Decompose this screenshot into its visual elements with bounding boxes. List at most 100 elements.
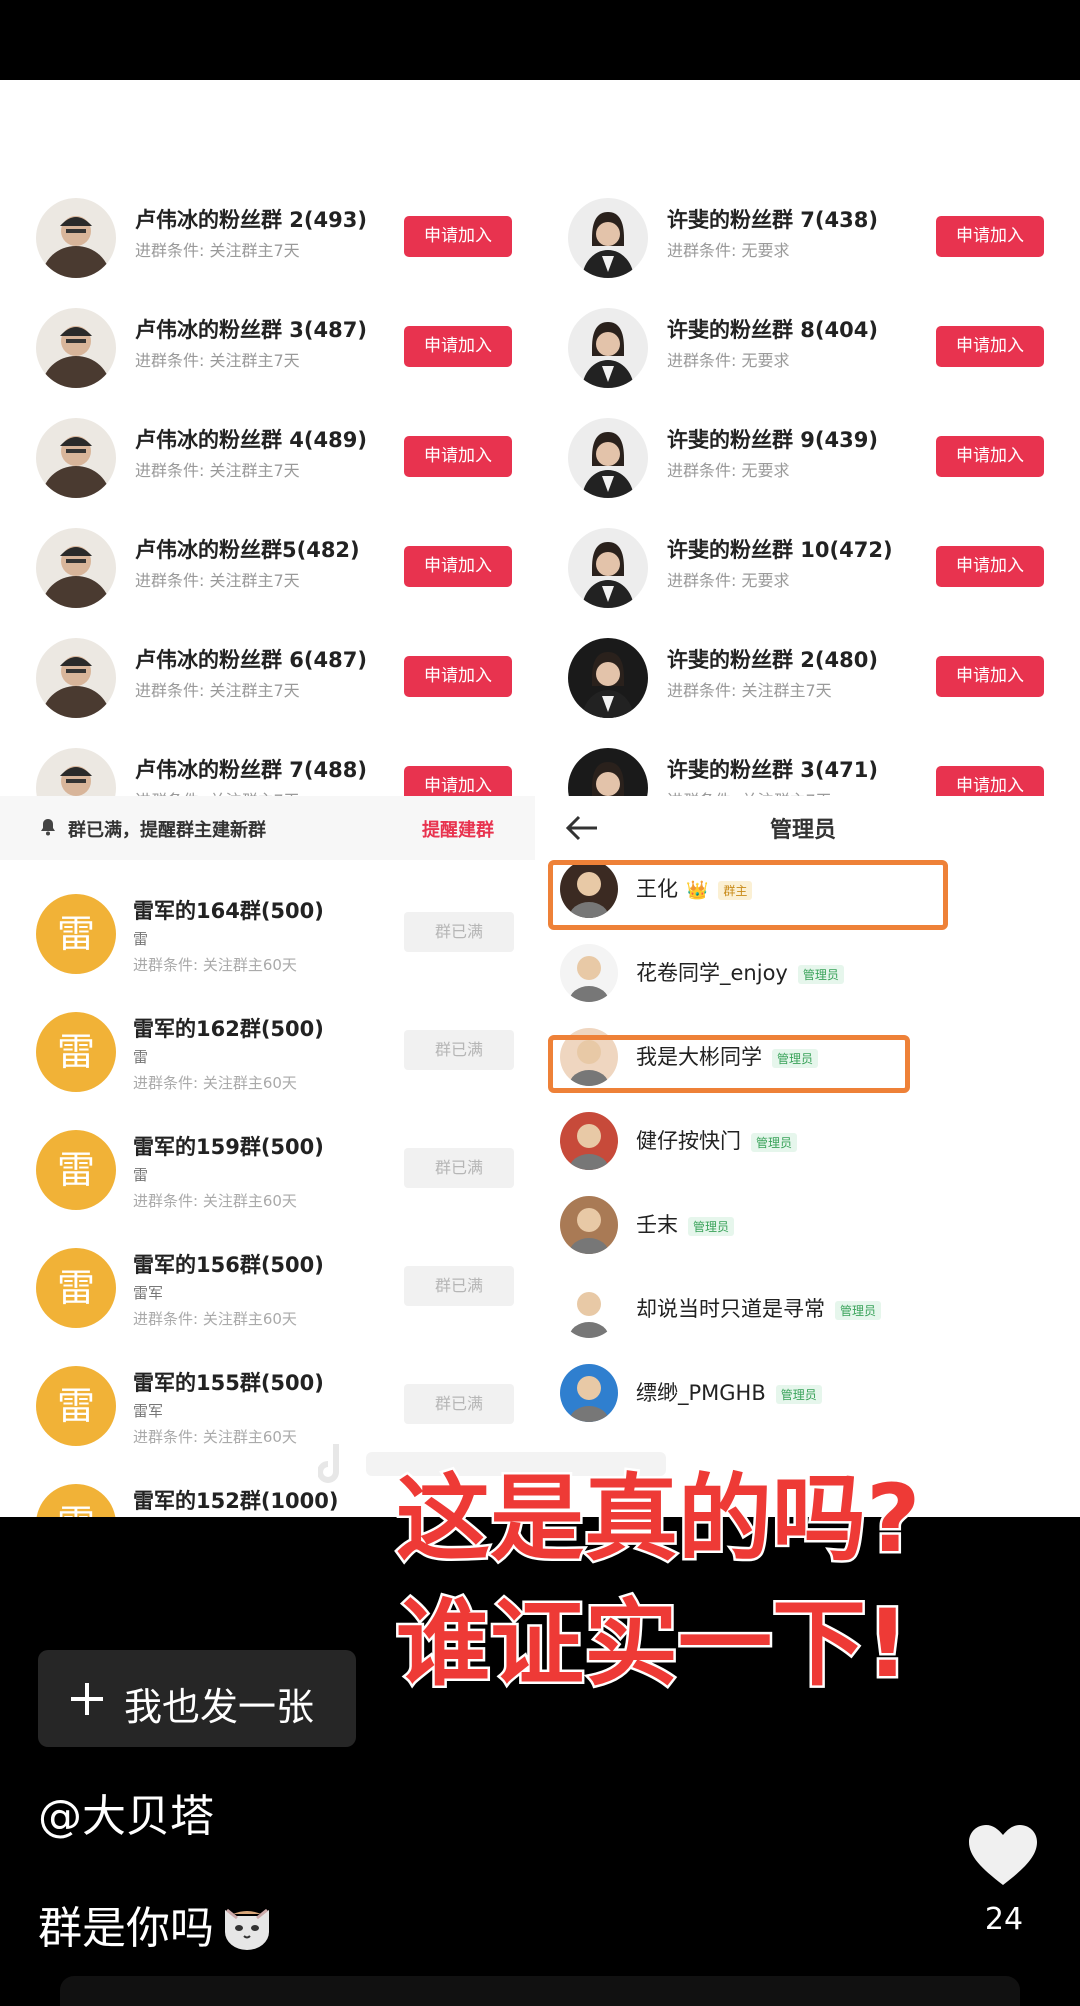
lei-group-name: 雷军的155群(500) — [133, 1371, 324, 1395]
lei-group-avatar: 雷 — [36, 894, 116, 974]
fan-group-row: 许斐的粉丝群 7(438) 进群条件: 无要求 申请加入 — [568, 180, 1068, 290]
admin-badge: 管理员 — [835, 1300, 882, 1320]
lei-group-avatar: 雷 — [36, 1130, 116, 1210]
member-avatar — [560, 1196, 618, 1254]
member-avatar — [560, 944, 618, 1002]
fan-group-row: 卢伟冰的粉丝群 6(487) 进群条件: 关注群主7天 申请加入 — [36, 620, 536, 730]
like-count: 24 — [984, 1902, 1024, 1937]
member-name-line: 却说当时只道是寻常 管理员 — [636, 1293, 882, 1323]
highlight-box-admin — [548, 1035, 910, 1093]
admin-badge: 管理员 — [688, 1216, 735, 1236]
overlay-caption: 这是真的吗? 谁证实一下! — [394, 1460, 956, 1710]
apply-join-button[interactable]: 申请加入 — [936, 546, 1044, 587]
lei-group-subtitle: 雷 — [133, 1166, 149, 1184]
avatar — [568, 638, 648, 718]
apply-join-button[interactable]: 申请加入 — [936, 216, 1044, 257]
fan-group-row: 许斐的粉丝群 2(480) 进群条件: 关注群主7天 申请加入 — [568, 620, 1068, 730]
avatar — [36, 418, 116, 498]
fan-group-name: 卢伟冰的粉丝群 6(487) — [135, 648, 367, 672]
fan-group-row: 卢伟冰的粉丝群 4(489) 进群条件: 关注群主7天 申请加入 — [36, 400, 536, 510]
cat-emoji-icon — [219, 1896, 275, 1952]
fan-group-name: 卢伟冰的粉丝群5(482) — [135, 538, 360, 562]
lei-group-subtitle: 雷 — [133, 930, 149, 948]
member-name: 却说当时只道是寻常 — [636, 1297, 825, 1321]
member-avatar — [560, 1364, 618, 1422]
author-handle[interactable]: @大贝塔 — [38, 1780, 214, 1844]
fan-group-row: 卢伟冰的粉丝群 2(493) 进群条件: 关注群主7天 申请加入 — [36, 180, 536, 290]
lei-group-condition: 进群条件: 关注群主60天 — [133, 1074, 297, 1092]
post-too-button[interactable]: 我也发一张 — [38, 1650, 356, 1747]
apply-join-button[interactable]: 申请加入 — [404, 326, 512, 367]
member-name-line: 健仔按快门 管理员 — [636, 1125, 798, 1155]
admin-member-row[interactable]: 花卷同学_enjoy 管理员 — [560, 934, 1020, 1018]
avatar — [36, 638, 116, 718]
apply-join-button[interactable]: 申请加入 — [404, 546, 512, 587]
member-name: 健仔按快门 — [636, 1129, 741, 1153]
admin-panel-title: 管理员 — [770, 818, 837, 843]
apply-join-button[interactable]: 申请加入 — [936, 436, 1044, 477]
lei-group-subtitle: 雷 — [133, 1048, 149, 1066]
apply-join-button[interactable]: 申请加入 — [936, 326, 1044, 367]
avatar — [568, 198, 648, 278]
admin-member-row[interactable]: 却说当时只道是寻常 管理员 — [560, 1270, 1020, 1354]
highlight-box-owner — [548, 860, 948, 930]
heart-icon — [969, 1825, 1037, 1885]
fan-group-name: 卢伟冰的粉丝群 3(487) — [135, 318, 367, 342]
group-full-notice-text: 群已满，提醒群主建新群 — [68, 820, 266, 841]
fan-group-condition: 进群条件: 无要求 — [667, 351, 790, 370]
fan-group-row: 卢伟冰的粉丝群5(482) 进群条件: 关注群主7天 申请加入 — [36, 510, 536, 620]
fan-group-name: 卢伟冰的粉丝群 7(488) — [135, 758, 367, 782]
post-too-label: 我也发一张 — [124, 1685, 315, 1729]
fan-group-condition: 进群条件: 关注群主7天 — [667, 681, 832, 700]
member-avatar — [560, 1280, 618, 1338]
admin-badge: 管理员 — [797, 964, 844, 984]
fan-group-row: 许斐的粉丝群 10(472) 进群条件: 无要求 申请加入 — [568, 510, 1068, 620]
apply-join-button[interactable]: 申请加入 — [404, 216, 512, 257]
screenshot-image: 卢伟冰的粉丝群 2(493) 进群条件: 关注群主7天 申请加入 卢伟冰的粉丝群 3(… — [0, 80, 1080, 1517]
admin-member-row[interactable]: 壬末 管理员 — [560, 1186, 1020, 1270]
lei-group-name: 雷军的159群(500) — [133, 1135, 324, 1159]
fan-group-name: 许斐的粉丝群 10(472) — [667, 538, 893, 562]
fan-group-name: 许斐的粉丝群 9(439) — [667, 428, 878, 452]
remind-create-group-link[interactable]: 提醒建群 — [422, 816, 494, 842]
admin-badge: 管理员 — [775, 1384, 822, 1404]
fan-group-condition: 进群条件: 关注群主7天 — [135, 681, 300, 700]
lei-group-row: 雷雷军的162群(500) 雷进群条件: 关注群主60天 群已满 — [30, 1000, 520, 1118]
fan-group-name: 许斐的粉丝群 8(404) — [667, 318, 878, 342]
fan-group-name: 许斐的粉丝群 3(471) — [667, 758, 878, 782]
like-button[interactable] — [966, 1822, 1040, 1888]
fan-group-name: 卢伟冰的粉丝群 2(493) — [135, 208, 367, 232]
fan-group-condition: 进群条件: 无要求 — [667, 461, 790, 480]
group-full-status: 群已满 — [404, 1148, 514, 1188]
apply-join-button[interactable]: 申请加入 — [404, 436, 512, 477]
avatar — [568, 308, 648, 388]
group-full-status: 群已满 — [404, 912, 514, 952]
fan-group-row: 卢伟冰的粉丝群 3(487) 进群条件: 关注群主7天 申请加入 — [36, 290, 536, 400]
post-caption: 群是你吗 — [38, 1892, 275, 1954]
fan-group-condition: 进群条件: 关注群主7天 — [135, 241, 300, 260]
overlay-caption-line2: 谁证实一下! — [394, 1588, 912, 1702]
lei-group-avatar: 雷 — [36, 1366, 116, 1446]
back-arrow-icon[interactable] — [565, 814, 599, 842]
avatar — [36, 528, 116, 608]
member-name-line: 缥缈_PMGHB 管理员 — [636, 1377, 822, 1407]
lei-group-name: 雷军的164群(500) — [133, 899, 324, 923]
plus-icon — [68, 1680, 106, 1718]
lei-group-subtitle: 雷军 — [133, 1402, 164, 1420]
fan-group-condition: 进群条件: 无要求 — [667, 571, 790, 590]
member-name: 壬末 — [636, 1213, 678, 1237]
lei-group-subtitle: 雷军 — [133, 1284, 164, 1302]
avatar — [568, 418, 648, 498]
apply-join-button[interactable]: 申请加入 — [404, 656, 512, 697]
lei-group-row: 雷雷军的156群(500) 雷军 进群条件: 关注群主60天 群已满 — [30, 1236, 520, 1354]
member-name-line: 壬末 管理员 — [636, 1209, 735, 1239]
admin-badge: 管理员 — [751, 1132, 798, 1152]
admin-member-row[interactable]: 缥缈_PMGHB 管理员 — [560, 1354, 1020, 1438]
member-name-line: 花卷同学_enjoy 管理员 — [636, 957, 844, 987]
apply-join-button[interactable]: 申请加入 — [936, 656, 1044, 697]
lei-group-row: 雷雷军的164群(500) 雷进群条件: 关注群主60天 群已满 — [30, 882, 520, 1000]
fan-group-row: 许斐的粉丝群 9(439) 进群条件: 无要求 申请加入 — [568, 400, 1068, 510]
fan-group-condition: 进群条件: 关注群主7天 — [135, 351, 300, 370]
admin-member-row[interactable]: 健仔按快门 管理员 — [560, 1102, 1020, 1186]
group-full-status: 群已满 — [404, 1384, 514, 1424]
